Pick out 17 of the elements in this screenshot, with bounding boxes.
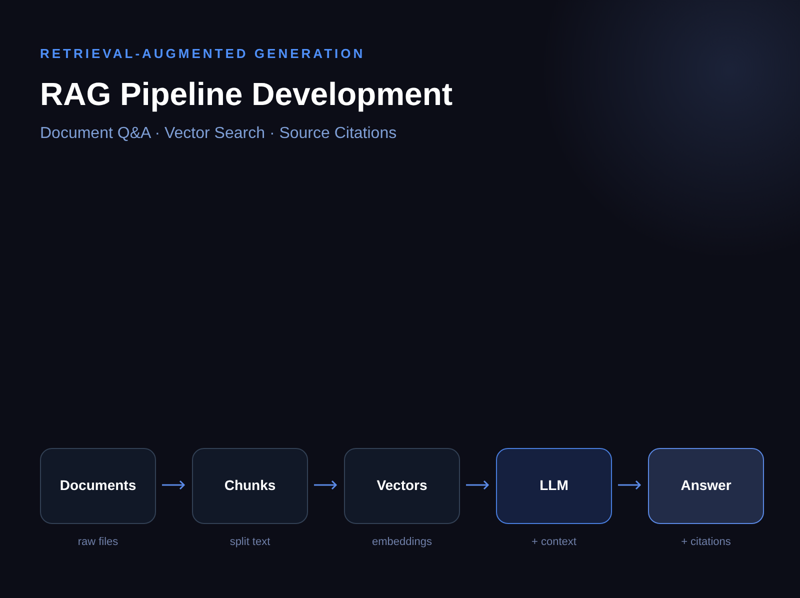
stage-caption: + context xyxy=(532,534,576,550)
stage-box: Documents xyxy=(40,448,156,524)
stage-box: Answer xyxy=(648,448,764,524)
stage-caption: + citations xyxy=(681,534,731,550)
stage-box: Vectors xyxy=(344,448,460,524)
stage-caption: embeddings xyxy=(372,534,432,550)
stage-caption: split text xyxy=(230,534,270,550)
arrow-icon xyxy=(618,480,642,490)
arrow-icon xyxy=(466,480,490,490)
stage-box: LLM xyxy=(496,448,612,524)
arrow-icon xyxy=(314,480,338,490)
arrow-icon xyxy=(162,480,186,490)
eyebrow-label: RETRIEVAL-AUGMENTED GENERATION xyxy=(40,45,366,63)
page-title: RAG Pipeline Development xyxy=(40,74,453,114)
subtitle: Document Q&A · Vector Search · Source Citations xyxy=(40,124,397,144)
stage-caption: raw files xyxy=(78,534,118,550)
stage-box: Chunks xyxy=(192,448,308,524)
